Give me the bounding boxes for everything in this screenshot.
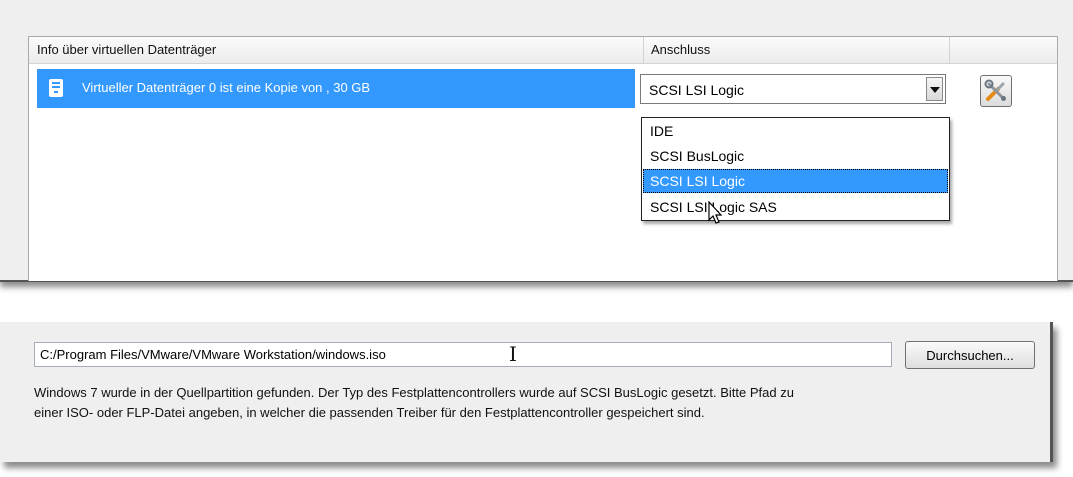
column-header-info[interactable]: Info über virtuellen Datenträger	[37, 42, 216, 57]
driver-info-text: Windows 7 wurde in der Quellpartition ge…	[34, 383, 1044, 423]
disk-label: Virtueller Datenträger 0 ist eine Kopie …	[82, 80, 371, 95]
virtual-disk-panel: Info über virtuellen Datenträger Anschlu…	[0, 0, 1073, 282]
disk-table: Info über virtuellen Datenträger Anschlu…	[28, 36, 1058, 281]
connection-dropdown-list: IDE SCSI BusLogic SCSI LSI Logic SCSI LS…	[641, 117, 950, 221]
column-header-connection[interactable]: Anschluss	[651, 42, 710, 57]
dropdown-option-scsi-buslogic[interactable]: SCSI BusLogic	[643, 144, 948, 168]
chevron-down-icon[interactable]	[926, 77, 943, 101]
dropdown-option-ide[interactable]: IDE	[643, 119, 948, 143]
connection-select-value: SCSI LSI Logic	[649, 82, 744, 98]
virtual-disk-icon	[49, 79, 63, 97]
mouse-pointer-icon	[708, 201, 723, 224]
wrench-screwdriver-icon	[984, 79, 1006, 101]
browse-button[interactable]: Durchsuchen...	[905, 341, 1035, 369]
driver-info-line-2: einer ISO- oder FLP-Datei angeben, in we…	[34, 405, 705, 420]
table-row-disk-0[interactable]: Virtueller Datenträger 0 ist eine Kopie …	[37, 69, 635, 108]
text-cursor-icon: I	[509, 342, 517, 366]
column-divider[interactable]	[949, 37, 950, 63]
dropdown-option-scsi-lsi-logic[interactable]: SCSI LSI Logic	[643, 169, 948, 193]
column-divider[interactable]	[643, 37, 644, 63]
iso-path-input[interactable]	[34, 342, 892, 367]
connection-select[interactable]: SCSI LSI Logic	[640, 74, 946, 104]
table-header: Info über virtuellen Datenträger Anschlu…	[29, 37, 1057, 64]
disk-settings-button[interactable]	[980, 75, 1012, 107]
driver-path-panel: I Durchsuchen... Windows 7 wurde in der …	[0, 322, 1053, 462]
driver-info-line-1: Windows 7 wurde in der Quellpartition ge…	[34, 385, 794, 400]
dropdown-option-scsi-lsi-logic-sas[interactable]: SCSI LSI Logic SAS	[643, 195, 948, 219]
